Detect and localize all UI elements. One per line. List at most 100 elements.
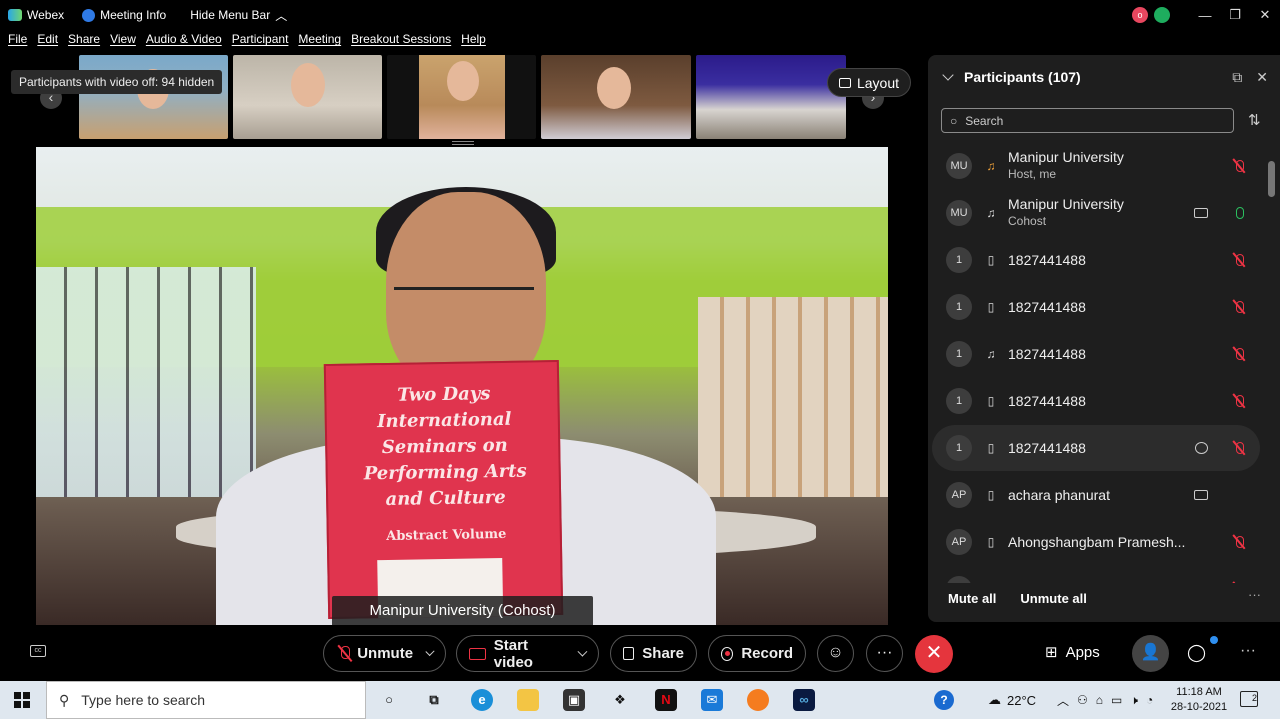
mic-muted-icon[interactable]: [1232, 159, 1246, 173]
participant-search-input[interactable]: [965, 113, 1216, 128]
webex-taskbar-icon[interactable]: ∞: [793, 689, 815, 711]
network-health-icon[interactable]: [1154, 7, 1170, 23]
chat-icon[interactable]: ◯: [1187, 643, 1206, 663]
menu-meeting[interactable]: Meeting: [298, 32, 341, 52]
closed-captions-icon[interactable]: cc: [30, 645, 46, 657]
menu-breakout-sessions[interactable]: Breakout Sessions: [351, 32, 451, 52]
clock-time: 11:18 AM: [1176, 686, 1222, 698]
mic-muted-icon[interactable]: [1232, 394, 1246, 408]
user-avatar[interactable]: o: [1132, 7, 1148, 23]
task-view-icon[interactable]: ⧉: [423, 689, 445, 711]
more-options-button[interactable]: ···: [866, 635, 903, 672]
mail-icon[interactable]: ✉: [701, 689, 723, 711]
sort-icon[interactable]: ⇅: [1248, 111, 1261, 129]
participant-name: achara phanurat: [1008, 486, 1110, 503]
menu-participant[interactable]: Participant: [232, 32, 289, 52]
more-options-icon[interactable]: ···: [1248, 587, 1261, 602]
participant-video-thumb[interactable]: [541, 55, 691, 139]
participant-row[interactable]: 1 ▯ 1827441488: [932, 237, 1260, 283]
participant-row[interactable]: 1 ▯ 1827441488: [932, 425, 1260, 471]
participant-search-box[interactable]: ○: [941, 108, 1234, 133]
participant-row[interactable]: MU ♫ Manipur University Cohost: [932, 190, 1260, 236]
participant-row[interactable]: AP ▯ Ahongshangbam Pramesh...: [932, 519, 1260, 565]
menu-view[interactable]: View: [110, 32, 136, 52]
record-button[interactable]: Record: [708, 635, 806, 672]
filmstrip-resize-handle[interactable]: [452, 141, 474, 145]
mic-icon[interactable]: [1232, 206, 1246, 220]
layout-button[interactable]: Layout: [827, 68, 911, 97]
unmute-label: Unmute: [357, 645, 414, 662]
dropbox-icon[interactable]: ❖: [609, 689, 631, 711]
maximize-button[interactable]: ❐: [1220, 7, 1250, 23]
close-panel-icon[interactable]: ✕: [1256, 69, 1268, 86]
store-icon[interactable]: ▣: [563, 689, 585, 711]
camera-off-icon: [469, 647, 486, 660]
taskbar-search-box[interactable]: ⚲ Type here to search: [46, 681, 366, 719]
mic-muted-icon[interactable]: [1232, 347, 1246, 361]
unmute-all-button[interactable]: Unmute all: [1020, 591, 1086, 606]
firefox-icon[interactable]: [747, 689, 769, 711]
share-button[interactable]: Share: [610, 635, 697, 672]
help-icon[interactable]: ?: [934, 681, 954, 719]
chevron-down-icon[interactable]: [425, 646, 435, 657]
close-window-button[interactable]: ✕: [1250, 7, 1280, 23]
participant-video-thumb[interactable]: [696, 55, 846, 139]
more-menu-icon[interactable]: ···: [1240, 642, 1256, 660]
volume-muted-icon[interactable]: 🕨: [1130, 693, 1138, 708]
mic-muted-icon[interactable]: [1232, 582, 1246, 583]
meeting-info-button[interactable]: Meeting Info: [82, 8, 166, 22]
mic-muted-icon[interactable]: [1232, 535, 1246, 549]
participant-video-thumb[interactable]: [79, 55, 228, 139]
chevron-down-icon[interactable]: [577, 646, 588, 657]
pop-out-icon[interactable]: ⧉: [1232, 69, 1242, 86]
battery-icon[interactable]: ▭: [1111, 693, 1122, 707]
reactions-button[interactable]: ☺: [817, 635, 854, 672]
participant-video-thumb[interactable]: [387, 55, 536, 139]
mic-muted-icon[interactable]: [1232, 441, 1246, 455]
taskbar-clock[interactable]: 11:18 AM 28-10-2021: [1170, 685, 1228, 715]
hide-menu-bar-button[interactable]: Hide Menu Bar ︿: [190, 7, 287, 24]
system-tray[interactable]: ︿ ⚇ ⌂ ▭ 🕨 ◔: [1057, 681, 1153, 719]
apps-button[interactable]: ⊞ Apps: [1045, 643, 1100, 662]
mute-all-button[interactable]: Mute all: [948, 591, 996, 606]
participant-row[interactable]: AP ▯ achara phanurat: [932, 472, 1260, 518]
participant-video-thumb[interactable]: [233, 55, 382, 139]
participant-row[interactable]: 1 ▯ 1827441488: [932, 284, 1260, 330]
file-explorer-icon[interactable]: [517, 689, 539, 711]
phone-icon: ▯: [987, 441, 995, 455]
participants-toggle-button[interactable]: 👤: [1132, 635, 1169, 672]
chevron-up-icon[interactable]: ︿: [1057, 692, 1069, 709]
webex-app-menu[interactable]: Webex: [8, 8, 64, 22]
participant-row[interactable]: 1 ▯ 1827441488: [932, 378, 1260, 424]
mic-muted-icon[interactable]: [1232, 300, 1246, 314]
edge-browser-icon[interactable]: e: [471, 689, 493, 711]
mic-muted-icon[interactable]: [1232, 253, 1246, 267]
menu-audio-video[interactable]: Audio & Video: [146, 32, 222, 52]
menu-help[interactable]: Help: [461, 32, 486, 52]
menu-edit[interactable]: Edit: [37, 32, 58, 52]
netflix-icon[interactable]: N: [655, 689, 677, 711]
mic-off-icon: [336, 645, 351, 663]
collapse-chevron-icon[interactable]: [942, 69, 954, 81]
meet-now-icon[interactable]: ⚇: [1077, 693, 1088, 707]
notification-center-icon[interactable]: 2: [1240, 691, 1258, 707]
participants-panel: Participants (107) ⧉ ✕ ○ ⇅ MU ♫ Manipur Un…: [928, 55, 1280, 622]
network-icon[interactable]: ⌂: [1096, 693, 1103, 707]
participant-list-scrollbar[interactable]: [1267, 155, 1276, 585]
unmute-button[interactable]: Unmute: [323, 635, 446, 672]
participant-row[interactable]: 1 ♫ 1827441488: [932, 331, 1260, 377]
meeting-info-label: Meeting Info: [100, 8, 167, 22]
minimize-button[interactable]: —: [1190, 8, 1220, 23]
menu-share[interactable]: Share: [68, 32, 100, 52]
menu-file[interactable]: File: [8, 32, 27, 52]
start-button[interactable]: [14, 692, 30, 708]
participant-name-block: 1827441488: [1008, 440, 1086, 457]
chat-bubble-icon[interactable]: [1195, 442, 1208, 454]
leave-meeting-button[interactable]: ✕: [915, 635, 953, 673]
cortana-icon[interactable]: ○: [378, 689, 400, 711]
weather-widget[interactable]: ☁ 22°C: [988, 681, 1036, 719]
start-video-button[interactable]: Start video: [456, 635, 599, 672]
wifi-icon[interactable]: ◔: [1146, 693, 1153, 707]
participant-row[interactable]: AN ♫ akkarapon Nuamaiham: [932, 566, 1260, 583]
participant-row[interactable]: MU ♫ Manipur University Host, me: [932, 143, 1260, 189]
